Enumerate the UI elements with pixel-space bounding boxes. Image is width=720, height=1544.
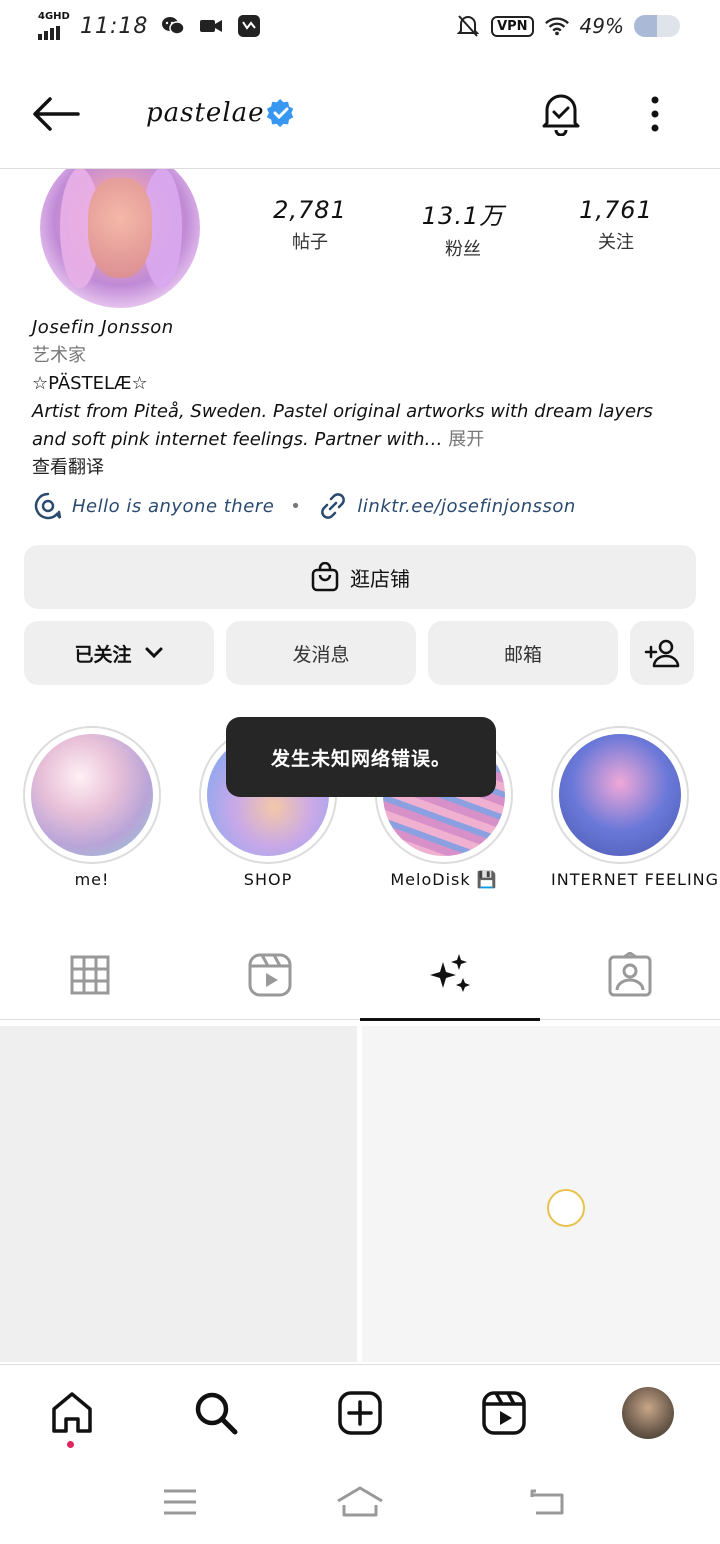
notifications-button[interactable] [538, 90, 584, 137]
tab-posts[interactable] [0, 930, 180, 1020]
battery-percent: 49% [579, 14, 624, 38]
back-return-icon [530, 1489, 564, 1515]
network-indicator: 4GHD [38, 11, 70, 40]
error-toast: 发生未知网络错误。 [226, 717, 496, 797]
add-person-icon [644, 639, 680, 668]
verified-icon [266, 98, 296, 128]
email-label: 邮箱 [503, 643, 542, 666]
following-stat[interactable]: 1,761 关注 [556, 196, 676, 254]
profile-avatar[interactable] [40, 148, 200, 308]
reels-icon [482, 1391, 526, 1435]
nav-create[interactable] [332, 1385, 388, 1441]
menu-lines-icon [164, 1489, 196, 1515]
story-highlight-internet-feeling[interactable]: INTERNET FEELING [551, 726, 720, 889]
bio-title: ☆PÄSTELÆ☆ [32, 373, 148, 394]
nav-profile[interactable] [620, 1385, 676, 1441]
posts-label: 帖子 [292, 232, 328, 253]
tab-reels[interactable] [180, 930, 360, 1020]
back-arrow-icon [33, 97, 80, 131]
bell-check-icon [542, 94, 580, 137]
home-outline-icon [337, 1486, 383, 1517]
home-key[interactable] [330, 1480, 390, 1524]
view-shop-button[interactable]: 逛店铺 [24, 545, 696, 609]
menu-key[interactable] [150, 1480, 210, 1524]
chevron-down-icon [145, 647, 162, 659]
profile-bio: Josefin Jonsson 艺术家 ☆PÄSTELÆ☆ Artist fro… [32, 314, 692, 482]
display-name: Josefin Jonsson [32, 317, 174, 338]
category-label: 艺术家 [32, 345, 86, 366]
highlight-label: SHOP [243, 870, 293, 889]
story-highlight-me[interactable]: me! [23, 726, 161, 889]
wifi-icon [544, 14, 570, 38]
view-shop-label: 逛店铺 [350, 566, 410, 591]
following-label: 关注 [598, 232, 634, 253]
sparkles-icon [430, 954, 470, 992]
threads-icon [32, 490, 64, 522]
grid-placeholder [0, 1026, 357, 1362]
posts-stat[interactable]: 2,781 帖子 [250, 196, 370, 254]
highlight-label: INTERNET FEELING [551, 870, 720, 889]
profile-avatar [622, 1387, 674, 1439]
highlight-label: me! [74, 870, 110, 889]
loading-spinner [547, 1189, 585, 1227]
link-icon [317, 490, 349, 522]
posts-count: 2,781 [273, 196, 347, 224]
message-button[interactable]: 发消息 [226, 621, 416, 685]
search-icon [195, 1392, 238, 1435]
followers-label: 粉丝 [445, 239, 481, 260]
wechat-icon [160, 14, 186, 38]
network-label: 4GHD [38, 11, 70, 22]
create-icon [338, 1391, 382, 1435]
expand-bio-link[interactable]: 展开 [448, 429, 484, 450]
nav-search[interactable] [188, 1385, 244, 1441]
threads-link[interactable]: Hello is anyone there [72, 496, 274, 517]
external-link[interactable]: linktr.ee/josefinjonsson [357, 496, 575, 517]
shopping-bag-icon [311, 562, 339, 592]
following-button[interactable]: 已关注 [24, 621, 214, 685]
status-bar: 4GHD 11:18 VPN 49% [0, 0, 720, 56]
bottom-navigation [0, 1364, 720, 1460]
following-count: 1,761 [579, 196, 653, 224]
followers-count: 13.1万 [421, 202, 505, 230]
more-vertical-icon [651, 96, 659, 132]
home-icon [52, 1392, 92, 1433]
link-separator: • [290, 495, 302, 517]
message-label: 发消息 [292, 643, 350, 666]
following-label: 已关注 [74, 643, 132, 666]
profile-username: pastelae [146, 98, 265, 128]
grid-icon [70, 955, 110, 995]
more-options-button[interactable] [640, 92, 670, 136]
highlight-label: MeloDisk 💾 [390, 870, 498, 889]
video-camera-icon [198, 14, 224, 38]
tab-guides[interactable] [360, 930, 540, 1021]
suggested-users-button[interactable] [630, 621, 694, 685]
clock: 11:18 [80, 13, 149, 39]
nav-home[interactable] [44, 1385, 100, 1441]
highlight-cover [559, 734, 681, 856]
vpn-badge: VPN [491, 15, 534, 37]
followers-stat[interactable]: 13.1万 粉丝 [403, 196, 523, 261]
back-button[interactable] [30, 94, 82, 134]
grid-placeholder [362, 1026, 720, 1362]
email-button[interactable]: 邮箱 [428, 621, 618, 685]
tagged-icon [608, 952, 652, 997]
app-notification-icon [236, 14, 262, 38]
system-navigation [0, 1460, 720, 1544]
bio-text: Artist from Piteå, Sweden. Pastel origin… [32, 401, 653, 450]
tab-tagged[interactable] [540, 930, 720, 1020]
battery-icon [634, 15, 680, 37]
profile-tabs [0, 930, 720, 1021]
profile-links: Hello is anyone there • linktr.ee/josefi… [32, 488, 576, 524]
back-key[interactable] [518, 1480, 578, 1524]
mute-bell-icon [455, 14, 481, 38]
nav-reels[interactable] [476, 1385, 532, 1441]
reels-icon [248, 953, 292, 997]
notification-dot [67, 1441, 74, 1448]
see-translation-link[interactable]: 查看翻译 [32, 454, 692, 482]
highlight-cover [31, 734, 153, 856]
